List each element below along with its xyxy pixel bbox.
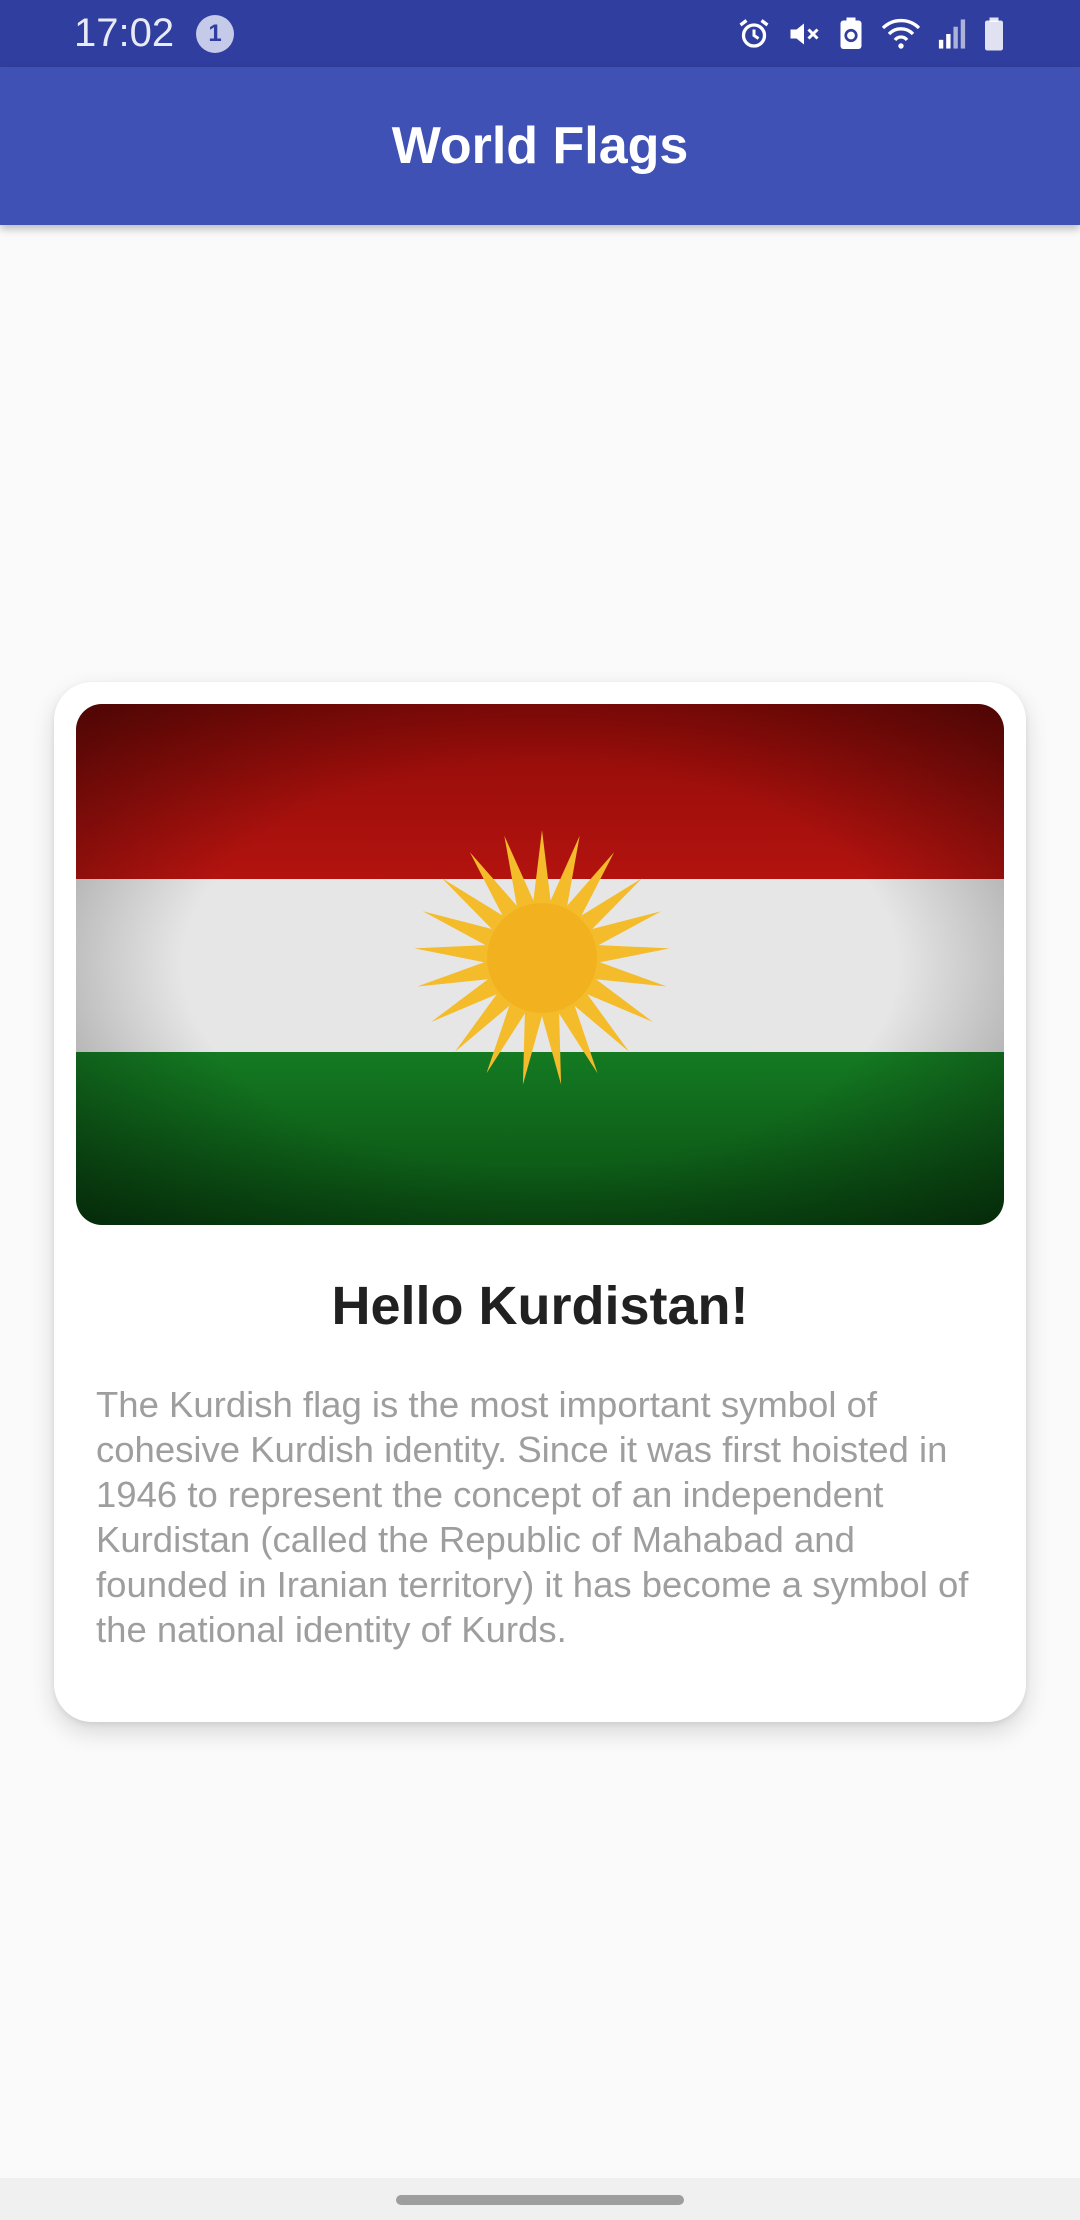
flag-card: Hello Kurdistan! The Kurdish flag is the…: [54, 682, 1026, 1722]
signal-icon: [936, 16, 968, 52]
card-description: The Kurdish flag is the most important s…: [96, 1384, 969, 1650]
status-time: 17:02: [74, 11, 175, 55]
screen: 17:02 1 World Flags Hello Kurdistan! The…: [0, 0, 1080, 2220]
status-icons: [736, 14, 1006, 54]
app-bar: World Flags: [0, 67, 1080, 225]
status-bar: 17:02 1: [0, 0, 1080, 67]
mute-icon: [786, 16, 822, 52]
app-title: World Flags: [391, 117, 689, 175]
wifi-icon: [880, 16, 922, 52]
navigation-bar: [0, 2178, 1080, 2220]
battery-icon: [982, 16, 1006, 52]
kurdistan-flag-image: [76, 704, 1004, 1225]
notification-count-badge: 1: [196, 15, 234, 53]
battery-saver-icon: [836, 16, 866, 52]
card-title: Hello Kurdistan!: [331, 1276, 749, 1336]
alarm-icon: [736, 16, 772, 52]
home-handle[interactable]: [396, 2195, 684, 2205]
